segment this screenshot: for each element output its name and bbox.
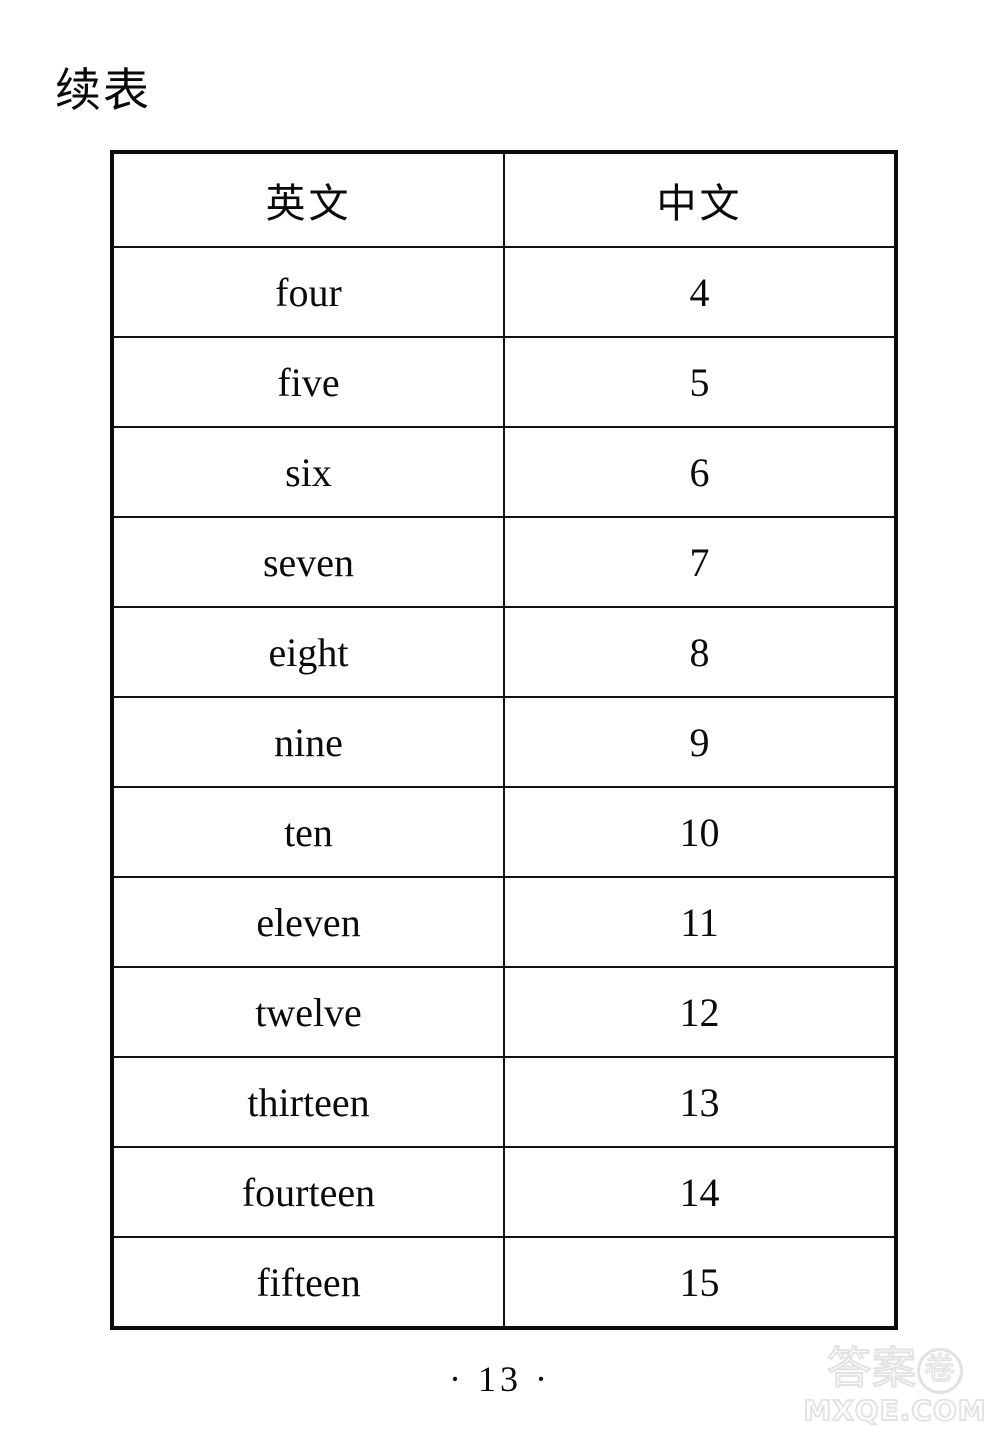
table-row: fifteen 15 [111,1236,897,1329]
cell-english: nine [111,696,505,788]
column-header-english: 英文 [111,151,505,248]
column-header-chinese: 中文 [503,151,897,248]
cell-chinese: 8 [503,606,897,698]
cell-chinese: 5 [503,336,897,428]
cell-chinese: 12 [503,966,897,1058]
vocabulary-table: 英文 中文 four 4 five 5 six 6 seven 7 eight … [110,150,898,1330]
table-header-row: 英文 中文 [111,151,897,248]
table-row: fourteen 14 [111,1146,897,1238]
cell-english: fifteen [111,1236,505,1329]
table-row: four 4 [111,246,897,338]
vocabulary-table-container: 英文 中文 four 4 five 5 six 6 seven 7 eight … [110,150,898,1330]
cell-chinese: 13 [503,1056,897,1148]
cell-chinese: 4 [503,246,897,338]
cell-chinese: 14 [503,1146,897,1238]
page-title: 续表 [55,63,151,117]
table-row: nine 9 [111,696,897,788]
table-row: eight 8 [111,606,897,698]
cell-chinese: 15 [503,1236,897,1329]
cell-chinese: 7 [503,516,897,608]
table-row: thirteen 13 [111,1056,897,1148]
page-number: · 13 · [449,1359,551,1399]
cell-english: fourteen [111,1146,505,1238]
table-row: ten 10 [111,786,897,878]
table-row: twelve 12 [111,966,897,1058]
table-row: six 6 [111,426,897,518]
cell-english: five [111,336,505,428]
cell-english: eight [111,606,505,698]
table-row: seven 7 [111,516,897,608]
cell-english: ten [111,786,505,878]
document-page: 续表 英文 中文 four 4 five 5 six 6 seven 7 eig… [0,0,1000,1440]
table-row: five 5 [111,336,897,428]
cell-english: twelve [111,966,505,1058]
table-row: eleven 11 [111,876,897,968]
cell-english: six [111,426,505,518]
cell-chinese: 10 [503,786,897,878]
cell-chinese: 9 [503,696,897,788]
cell-english: seven [111,516,505,608]
cell-english: four [111,246,505,338]
table-header: 英文 中文 [111,151,897,248]
table-body: four 4 five 5 six 6 seven 7 eight 8 nine… [111,246,897,1329]
cell-english: thirteen [111,1056,505,1148]
cell-chinese: 6 [503,426,897,518]
cell-chinese: 11 [503,876,897,968]
cell-english: eleven [111,876,505,968]
